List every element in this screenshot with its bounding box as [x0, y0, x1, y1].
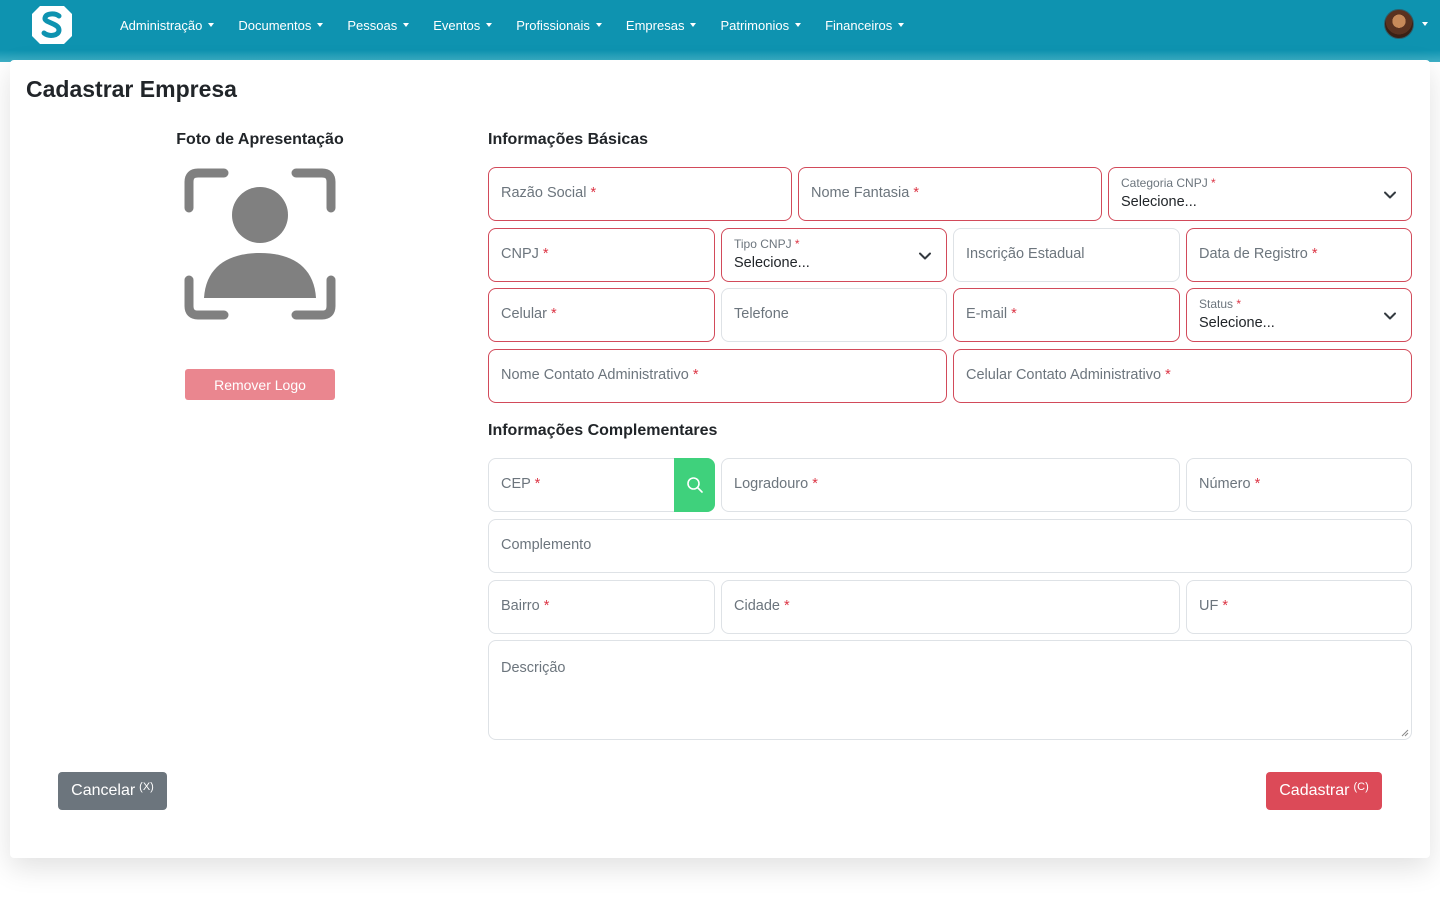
descricao-textarea[interactable]: Descrição — [488, 640, 1412, 740]
select-value: Selecione... — [734, 255, 810, 271]
nav-documentos[interactable]: Documentos — [238, 17, 324, 33]
nav-empresas[interactable]: Empresas — [626, 18, 697, 33]
app-logo-icon[interactable] — [30, 4, 74, 46]
nav-label: Patrimonios — [720, 17, 790, 33]
numero-field[interactable]: Número * — [1186, 458, 1412, 512]
field-label: Cidade * — [734, 598, 790, 614]
nav-administracao[interactable]: Administração — [120, 17, 215, 33]
resize-handle-icon[interactable] — [1401, 729, 1409, 737]
select-value: Selecione... — [1199, 315, 1275, 331]
field-label: CEP * — [501, 476, 541, 492]
field-label: Categoria CNPJ * — [1121, 176, 1216, 190]
search-icon — [686, 477, 703, 493]
nome-fantasia-field[interactable]: Nome Fantasia * — [798, 167, 1102, 221]
form-card: Cadastrar Empresa Foto de Apresentação R… — [10, 60, 1430, 858]
caret-down-icon — [1422, 22, 1428, 26]
nav-profissionais[interactable]: Profissionais — [516, 18, 602, 33]
caret-down-icon — [795, 23, 802, 27]
field-label: CNPJ * — [501, 246, 549, 262]
categoria-cnpj-select[interactable]: Categoria CNPJ * Selecione... — [1108, 167, 1412, 221]
chevron-down-icon — [1384, 312, 1396, 320]
chevron-down-icon — [1384, 191, 1396, 199]
nav-label: Financeiros — [825, 17, 893, 33]
field-label: Nome Contato Administrativo * — [501, 367, 699, 383]
cnpj-field[interactable]: CNPJ * — [488, 228, 715, 282]
basic-info-title: Informações Básicas — [488, 131, 649, 148]
field-label: Razão Social * — [501, 185, 597, 201]
nav-label: Empresas — [625, 17, 685, 33]
email-field[interactable]: E-mail * — [953, 288, 1180, 342]
caret-down-icon — [595, 23, 602, 27]
button-label: Cadastrar — [1279, 782, 1350, 799]
cep-search-button[interactable] — [674, 458, 715, 512]
celular-contato-admin-field[interactable]: Celular Contato Administrativo * — [953, 349, 1412, 403]
nav-financeiros[interactable]: Financeiros — [825, 17, 905, 33]
field-label: Complemento — [501, 537, 592, 553]
field-label: Número * — [1199, 476, 1261, 492]
nav-pessoas[interactable]: Pessoas — [347, 17, 410, 33]
cep-field[interactable]: CEP * — [488, 458, 715, 512]
field-label: Logradouro * — [734, 476, 818, 492]
caret-down-icon — [208, 23, 215, 27]
photo-title: Foto de Apresentação — [176, 131, 344, 148]
select-value: Selecione... — [1121, 194, 1197, 210]
hotkey-hint: (X) — [139, 781, 154, 793]
field-label: Descrição — [501, 660, 566, 676]
cancel-button[interactable]: Cancelar (X) — [58, 772, 167, 810]
top-navbar: Administração Documentos Pessoas Eventos… — [0, 0, 1440, 50]
field-label: UF * — [1199, 598, 1229, 614]
field-label: Celular Contato Administrativo * — [966, 367, 1171, 383]
page-title: Cadastrar Empresa — [26, 76, 237, 102]
save-button[interactable]: Cadastrar (C) — [1266, 772, 1382, 810]
tipo-cnpj-select[interactable]: Tipo CNPJ * Selecione... — [721, 228, 947, 282]
inscricao-estadual-field[interactable]: Inscrição Estadual — [953, 228, 1180, 282]
razao-social-field[interactable]: Razão Social * — [488, 167, 792, 221]
field-label: Telefone — [734, 306, 789, 322]
data-registro-field[interactable]: Data de Registro * — [1186, 228, 1412, 282]
nav-label: Documentos — [238, 17, 312, 33]
user-menu[interactable] — [1384, 9, 1428, 39]
hotkey-hint: (C) — [1353, 781, 1369, 793]
bairro-field[interactable]: Bairro * — [488, 580, 715, 634]
status-select[interactable]: Status * Selecione... — [1186, 288, 1412, 342]
main-menu: Administração Documentos Pessoas Eventos… — [120, 0, 905, 50]
field-label: Inscrição Estadual — [966, 246, 1085, 262]
uf-field[interactable]: UF * — [1186, 580, 1412, 634]
field-label: Data de Registro * — [1199, 246, 1318, 262]
user-placeholder-icon[interactable] — [184, 168, 336, 320]
field-label: Nome Fantasia * — [811, 185, 920, 201]
cidade-field[interactable]: Cidade * — [721, 580, 1180, 634]
chevron-down-icon — [919, 252, 931, 260]
field-label: E-mail * — [966, 306, 1017, 322]
field-label: Tipo CNPJ * — [734, 237, 800, 251]
nav-eventos[interactable]: Eventos — [433, 17, 493, 33]
nome-contato-admin-field[interactable]: Nome Contato Administrativo * — [488, 349, 947, 403]
caret-down-icon — [486, 23, 493, 27]
nav-label: Eventos — [433, 17, 481, 33]
caret-down-icon — [690, 23, 697, 27]
caret-down-icon — [898, 23, 905, 27]
nav-label: Administração — [120, 17, 203, 33]
field-label: Status * — [1199, 297, 1242, 311]
field-label: Celular * — [501, 306, 557, 322]
caret-down-icon — [317, 23, 324, 27]
complement-info-title: Informações Complementares — [488, 422, 718, 439]
telefone-field[interactable]: Telefone — [721, 288, 947, 342]
celular-field[interactable]: Celular * — [488, 288, 715, 342]
caret-down-icon — [403, 23, 410, 27]
nav-label: Profissionais — [516, 17, 590, 33]
user-avatar[interactable] — [1384, 9, 1414, 39]
button-label: Cancelar — [71, 782, 136, 799]
field-label: Bairro * — [501, 598, 550, 614]
logradouro-field[interactable]: Logradouro * — [721, 458, 1180, 512]
nav-label: Pessoas — [347, 17, 398, 33]
nav-patrimonios[interactable]: Patrimonios — [720, 17, 802, 33]
complemento-field[interactable]: Complemento — [488, 519, 1412, 573]
remove-logo-button[interactable]: Remover Logo — [185, 369, 335, 400]
